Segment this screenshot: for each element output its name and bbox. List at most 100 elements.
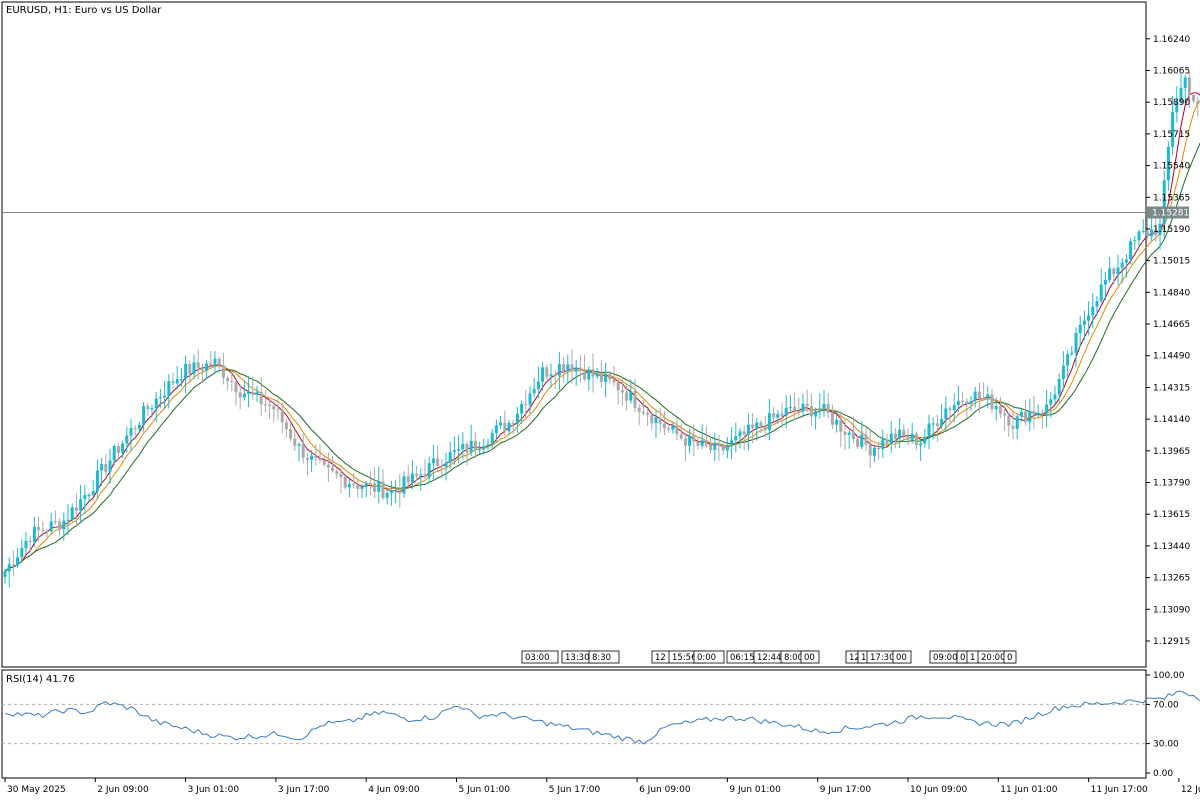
candle-body — [478, 449, 482, 451]
time-tick-label: 30 May 2025 — [7, 785, 66, 795]
candle-body — [742, 431, 746, 435]
candle-body — [461, 443, 465, 450]
candle-body — [784, 407, 788, 416]
event-flag-label: 0:00 — [697, 653, 716, 663]
candle-body — [583, 370, 587, 380]
candle-body — [154, 398, 158, 409]
candle-body — [578, 367, 582, 371]
candle-body — [1061, 365, 1065, 380]
candle-body — [948, 408, 952, 410]
time-tick-label: 4 Jun 09:00 — [368, 785, 420, 795]
candle-body — [188, 363, 192, 375]
candle-body — [940, 419, 944, 426]
candle-body — [146, 405, 150, 410]
candle-body — [633, 391, 637, 408]
event-flag-label: 03:00 — [525, 653, 550, 663]
candle-body — [83, 495, 87, 500]
candle-body — [74, 507, 78, 511]
candle-body — [100, 463, 104, 471]
candle-body — [671, 425, 675, 430]
price-tick-label: 1.14665 — [1153, 320, 1190, 330]
candle-body — [1183, 77, 1187, 88]
candle-body — [763, 426, 767, 431]
candle-body — [1124, 259, 1128, 263]
candle-body — [570, 364, 574, 372]
candle-body — [142, 405, 146, 425]
current-price-tag: 1.15281 — [1147, 206, 1189, 219]
candle-body — [310, 455, 314, 460]
candle-body — [986, 394, 990, 399]
rsi-tick-label: 70.00 — [1153, 700, 1179, 710]
price-tick-label: 1.14840 — [1153, 288, 1190, 298]
candle-body — [1091, 306, 1095, 316]
candle-body — [242, 393, 246, 398]
candle-body — [91, 491, 95, 496]
candle-body — [944, 408, 948, 420]
candle-body — [184, 363, 188, 379]
candle-body — [1145, 231, 1149, 237]
candle-body — [914, 433, 918, 446]
candle-body — [1066, 354, 1070, 366]
candle-body — [167, 381, 171, 396]
candle-body — [541, 367, 545, 382]
event-flag-label: 0 — [960, 653, 965, 663]
candle-body — [230, 381, 234, 383]
time-tick-label: 3 Jun 17:00 — [278, 785, 330, 795]
candle-body — [528, 393, 532, 405]
candle-body — [898, 429, 902, 439]
rsi-tick-label: 100.00 — [1153, 671, 1185, 681]
candle-body — [801, 403, 805, 412]
candle-body — [877, 447, 881, 450]
rsi-tick-label: 30.00 — [1153, 740, 1179, 750]
candle-body — [511, 422, 515, 424]
candle-body — [339, 474, 343, 478]
candle-body — [1133, 240, 1137, 242]
candle-body — [70, 507, 74, 520]
candle-body — [1074, 333, 1078, 353]
candle-body — [767, 413, 771, 431]
candle-body — [591, 369, 595, 377]
candle-body — [276, 409, 280, 411]
candle-body — [121, 443, 125, 453]
candle-body — [221, 365, 225, 378]
candle-body — [364, 483, 368, 487]
candle-body — [402, 476, 406, 494]
candle-body — [952, 405, 956, 410]
candle-body — [885, 439, 889, 445]
candle-body — [62, 520, 66, 530]
candle-body — [171, 381, 175, 384]
candle-body — [566, 364, 570, 372]
candle-body — [524, 403, 528, 405]
candle-body — [360, 486, 364, 489]
candle-body — [448, 451, 452, 463]
candle-body — [326, 464, 330, 468]
candle-body — [1019, 411, 1023, 417]
time-tick-label: 10 Jun 09:00 — [910, 785, 967, 795]
candle-body — [688, 435, 692, 446]
candle-body — [469, 440, 473, 453]
candle-body — [415, 473, 419, 476]
candle-body — [961, 400, 965, 402]
time-tick-label: 11 Jun 17:00 — [1091, 785, 1148, 795]
candle-body — [595, 373, 599, 377]
candle-body — [755, 422, 759, 428]
candle-body — [1108, 268, 1112, 281]
candle-body — [780, 413, 784, 416]
candle-body — [994, 406, 998, 410]
candle-body — [1129, 241, 1133, 260]
candle-body — [305, 458, 309, 460]
price-tick-label: 1.16240 — [1153, 35, 1190, 45]
candle-body — [79, 499, 83, 511]
candle-body — [368, 483, 372, 485]
candle-body — [977, 391, 981, 399]
candle-body — [431, 458, 435, 464]
price-tick-label: 1.15365 — [1153, 193, 1190, 203]
candle-body — [137, 424, 141, 429]
time-tick-label: 5 Jun 17:00 — [549, 785, 601, 795]
candle-body — [679, 434, 683, 439]
price-tick-label: 1.13090 — [1153, 605, 1190, 615]
candle-body — [553, 374, 557, 376]
price-tick-label: 1.16065 — [1153, 66, 1190, 76]
time-tick-label: 3 Jun 01:00 — [188, 785, 240, 795]
candle-body — [872, 447, 876, 456]
